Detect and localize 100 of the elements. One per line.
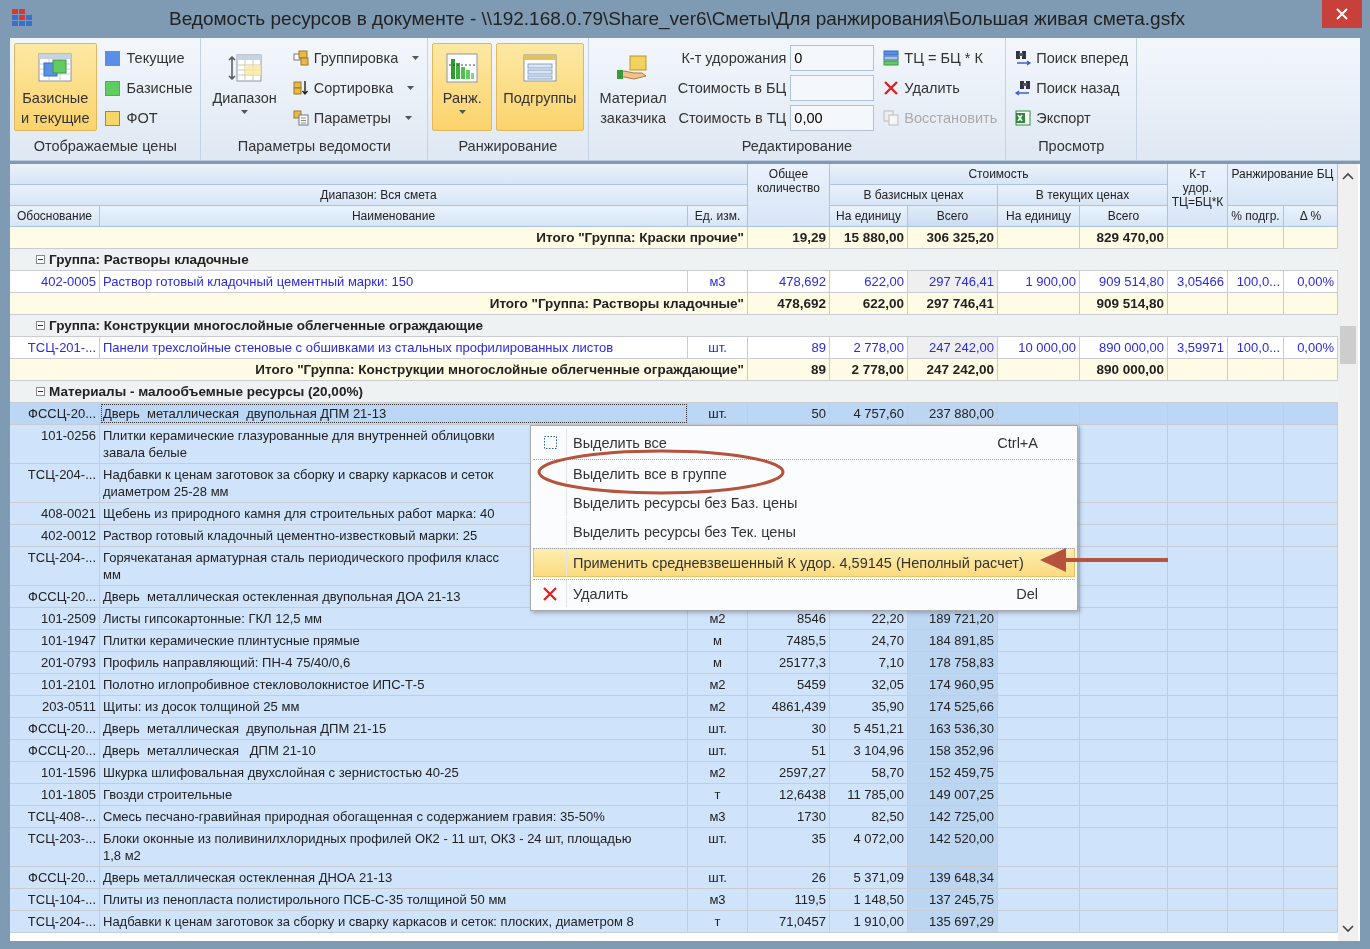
table-cell: 297 746,41	[908, 293, 998, 314]
table-cell: 408-0021	[10, 503, 100, 524]
table-cell: 158 352,96	[908, 740, 998, 761]
table-cell: 1 900,00	[998, 271, 1080, 292]
table-cell: Плиты из пенопласта полистирольного ПСБ-С-35 толщиной 50 мм	[100, 889, 688, 910]
table-cell: Дверь металлическая двупольная ДПМ 21-13	[100, 403, 688, 424]
table-cell: Смесь песчано-гравийная природная обогащенная с содержанием гравия: 35-50%	[100, 806, 688, 827]
table-cell: 25177,3	[748, 652, 830, 673]
table-cell: м2	[688, 674, 748, 695]
column-header: В базисных ценах	[830, 185, 998, 206]
table-cell: 7485,5	[748, 630, 830, 651]
table-cell: 890 000,00	[1080, 337, 1168, 358]
table-cell: 135 697,29	[908, 911, 998, 932]
table-cell: 909 514,80	[1080, 271, 1168, 292]
table-cell: 15 880,00	[830, 227, 908, 248]
field-label: Стоимость в БЦ	[677, 80, 787, 96]
table-cell: 163 536,30	[908, 718, 998, 739]
table-cell: 12,6438	[748, 784, 830, 805]
table-cell: Итого "Группа: Растворы кладочные"	[10, 293, 748, 314]
table-cell: 478,692	[748, 271, 830, 292]
table-cell: м2	[688, 762, 748, 783]
table-cell: 19,29	[748, 227, 830, 248]
table-cell: 178 758,83	[908, 652, 998, 673]
table-cell: 100,0...	[1228, 271, 1284, 292]
table-cell: 237 880,00	[908, 403, 998, 424]
table-cell: ТСЦ-204-...	[10, 911, 100, 932]
group-label: Ранжирование	[457, 138, 559, 156]
table-cell: 174 525,66	[908, 696, 998, 717]
table-cell: Плитки керамические плинтусные прямые	[100, 630, 688, 651]
table-cell: Дверь металлическая ДПМ 21-10	[100, 740, 688, 761]
table-cell: 119,5	[748, 889, 830, 910]
table-cell: 402-0005	[10, 271, 100, 292]
table-cell: 101-0256	[10, 425, 100, 463]
table-cell: 4861,439	[748, 696, 830, 717]
table-cell: 89	[748, 359, 830, 380]
group-label: Отображаемые цены	[32, 138, 178, 156]
table-cell: Дверь металлическая двупольная ДПМ 21-15	[100, 718, 688, 739]
table-cell: 71,0457	[748, 911, 830, 932]
group-title: Группа: Конструкции многослойные облегченные ограждающие	[49, 318, 484, 333]
table-cell: ТСЦ-104-...	[10, 889, 100, 910]
table-cell: 30	[748, 718, 830, 739]
table-cell: ТСЦ-408-...	[10, 806, 100, 827]
table-cell: 5459	[748, 674, 830, 695]
table-cell: Шкурка шлифовальная двухслойная с зернистостью 40-25	[100, 762, 688, 783]
table-cell: 10 000,00	[998, 337, 1080, 358]
group-label: Параметры ведомости	[236, 138, 392, 156]
table-cell: ФССЦ-20...	[10, 718, 100, 739]
table-cell: ФССЦ-20...	[10, 740, 100, 761]
table-cell: 622,00	[830, 293, 908, 314]
table-cell: м	[688, 630, 748, 651]
table-cell: 51	[748, 740, 830, 761]
table-cell: 402-0012	[10, 525, 100, 546]
table-cell: 909 514,80	[1080, 293, 1168, 314]
group-label: Редактирование	[740, 138, 854, 156]
table-cell: Надбавки к ценам заготовок за сборку и сварку каркасов и сеток: плоских, диаметром 8	[100, 911, 688, 932]
table-cell: 829 470,00	[1080, 227, 1168, 248]
table-cell: 89	[748, 337, 830, 358]
table-cell: шт.	[688, 740, 748, 761]
group-title: Группа: Растворы кладочные	[49, 252, 249, 267]
table-cell: т	[688, 784, 748, 805]
table-cell: 203-0511	[10, 696, 100, 717]
table-cell: Дверь металлическая остекленная ДНОА 21-13	[100, 867, 688, 888]
column-header: Ранжирование БЦ	[1228, 164, 1338, 206]
table-cell: шт.	[688, 718, 748, 739]
table-cell: м3	[688, 889, 748, 910]
table-cell: ТСЦ-204-...	[10, 547, 100, 585]
table-cell: Полотно иглопробивное стекловолокнистое ИПС-Т-5	[100, 674, 688, 695]
table-cell: 297 746,41	[908, 271, 998, 292]
table-cell: 137 245,75	[908, 889, 998, 910]
table-cell: Панели трехслойные стеновые с обшивками из стальных профилированных листов	[100, 337, 688, 358]
field-label: Стоимость в ТЦ	[678, 110, 787, 126]
table-cell: ФССЦ-20...	[10, 403, 100, 424]
field-label: К-т удорожания	[681, 50, 787, 66]
table-cell: Профиль направляющий: ПН-4 75/40/0,6	[100, 652, 688, 673]
table-cell: 142 725,00	[908, 806, 998, 827]
table-cell: м3	[688, 806, 748, 827]
table-cell: 247 242,00	[908, 359, 998, 380]
table-cell: ТСЦ-201-...	[10, 337, 100, 358]
table-cell: 101-1596	[10, 762, 100, 783]
table-cell: 101-2509	[10, 608, 100, 629]
table-cell: Щиты: из досок толщиной 25 мм	[100, 696, 688, 717]
group-label: Просмотр	[1037, 138, 1106, 156]
table-cell: шт.	[688, 828, 748, 866]
table-cell: ТСЦ-204-...	[10, 464, 100, 502]
table-cell: Раствор готовый кладочный цементный марки: 150	[100, 271, 688, 292]
table-cell: шт.	[688, 337, 748, 358]
table-cell: 35	[748, 828, 830, 866]
table-cell: 1730	[748, 806, 830, 827]
table-cell: 174 960,95	[908, 674, 998, 695]
table-cell: 26	[748, 867, 830, 888]
table-cell: 2597,27	[748, 762, 830, 783]
table-cell: 3,05466	[1168, 271, 1228, 292]
table-cell: 184 891,85	[908, 630, 998, 651]
table-cell: 152 459,75	[908, 762, 998, 783]
table-cell: Итого "Группа: Конструкции многослойные облегченные ограждающие"	[10, 359, 748, 380]
column-header: Стоимость	[830, 164, 1168, 185]
column-header: В текущих ценах	[998, 185, 1168, 206]
table-cell: 101-1947	[10, 630, 100, 651]
table-cell: ФССЦ-20...	[10, 586, 100, 607]
table-cell: 478,692	[748, 293, 830, 314]
